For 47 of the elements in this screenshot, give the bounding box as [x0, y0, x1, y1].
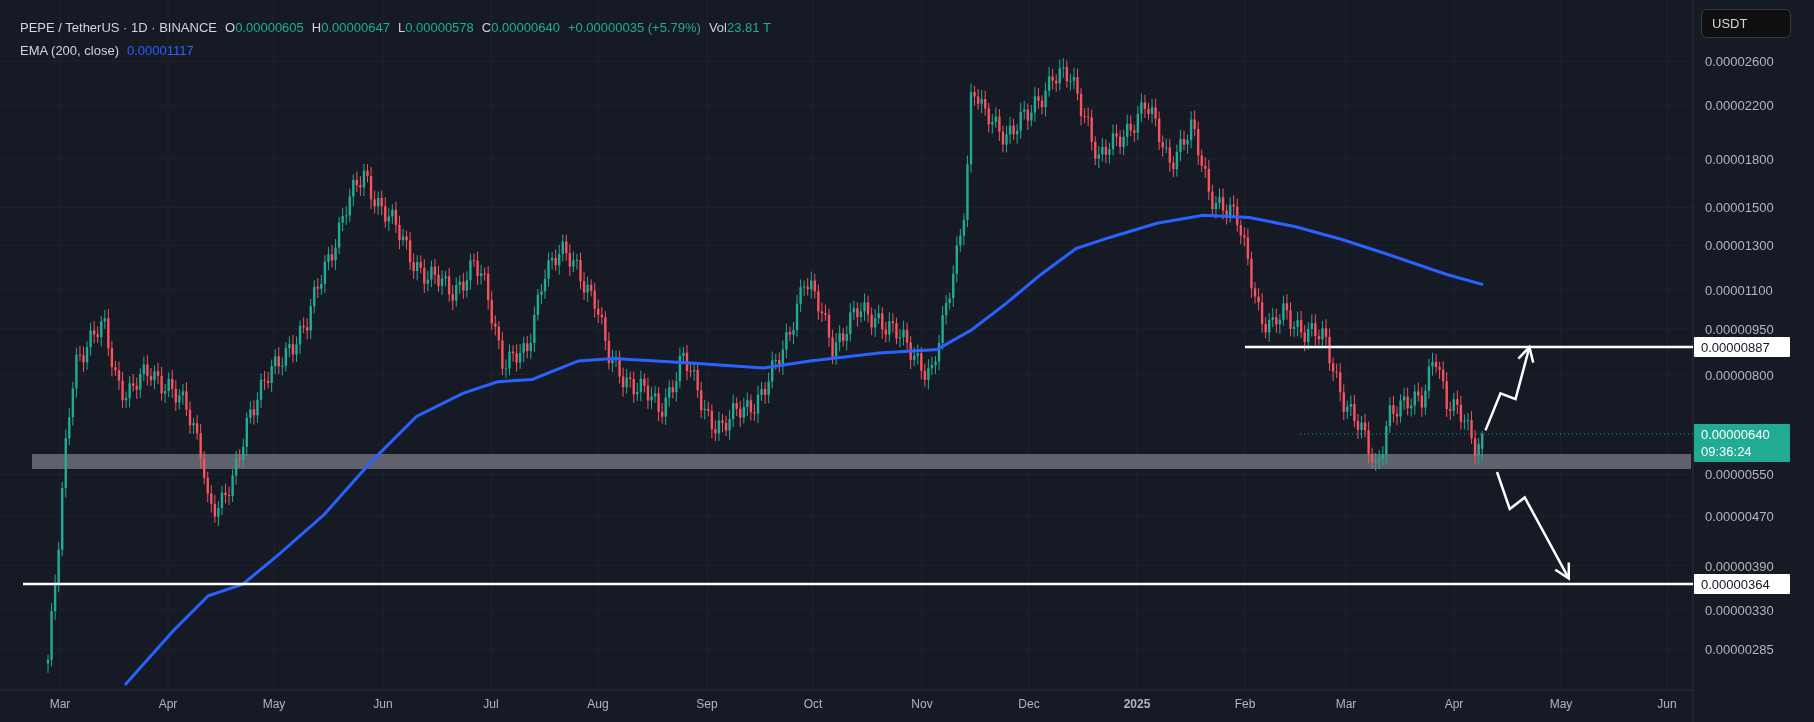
price-axis-label: 0.00000950 — [1705, 321, 1774, 337]
time-axis-label: Jun — [373, 697, 393, 711]
time-axis-label: May — [1549, 697, 1573, 711]
time-axis-label: Aug — [587, 697, 609, 711]
price-change: +0.00000035 (+5.79%) — [567, 19, 701, 37]
indicator-name: EMA (200, close) — [20, 41, 119, 60]
time-axis-label: Mar — [1335, 697, 1357, 711]
volume-label: Vol — [708, 19, 727, 37]
indicator-value: 0.00001117 — [127, 41, 194, 60]
ohlc-value: 0.00000647 — [321, 19, 390, 37]
time-axis-label: Nov — [911, 697, 933, 711]
price-axis-label: 0.00000330 — [1705, 603, 1774, 619]
price-axis-label: 0.00000800 — [1705, 367, 1774, 383]
volume-value: 23.81 T — [726, 19, 771, 37]
time-axis-label: Apr — [1444, 697, 1464, 711]
time-axis-label: Dec — [1018, 697, 1040, 711]
time-axis-label: May — [262, 697, 286, 711]
time-axis-label: 2025 — [1123, 697, 1151, 711]
time-axis-label: Sep — [696, 697, 718, 711]
time-axis-label: Oct — [803, 697, 823, 711]
ohlc-label: O — [225, 19, 236, 37]
price-axis-label: 0.00002600 — [1705, 54, 1774, 69]
ohlc-label: H — [311, 19, 322, 37]
price-axis-label: 0.00000285 — [1705, 642, 1774, 658]
price-axis-label: 0.00002200 — [1705, 98, 1774, 114]
price-axis-label: 0.00000470 — [1705, 509, 1774, 524]
price-label: 0.00000887 — [1694, 337, 1790, 358]
ohlc-value: 0.00000578 — [405, 19, 474, 37]
price-axis-label: 0.00001100 — [1705, 282, 1773, 298]
price-axis-label: 0.00001300 — [1705, 238, 1774, 254]
current-price-label: 0.00000640 09:36:24 — [1694, 423, 1790, 462]
time-axis-label: Jun — [1657, 697, 1677, 711]
price-axis-label: 0.00001500 — [1705, 200, 1774, 216]
time-axis-label: Feb — [1234, 697, 1256, 711]
price-axis-label: 0.00001800 — [1705, 151, 1774, 167]
currency-button[interactable]: USDT — [1701, 9, 1791, 38]
ohlc-label: L — [397, 19, 406, 37]
price-axis-label: 0.00000390 — [1705, 558, 1774, 574]
ohlc-value: 0.00000605 — [235, 19, 304, 37]
price-label: 0.00000364 — [1694, 574, 1790, 594]
price-axis-label: 0.00000550 — [1705, 467, 1774, 483]
ohlc-value: 0.00000640 — [491, 19, 560, 37]
time-axis-label: Jul — [483, 697, 499, 711]
time-axis-label: Mar — [49, 697, 71, 711]
symbol-title: PEPE / TetherUS · 1D · BINANCE — [20, 19, 217, 37]
time-axis-label: Apr — [158, 697, 178, 711]
ohlc-label: C — [481, 19, 492, 37]
